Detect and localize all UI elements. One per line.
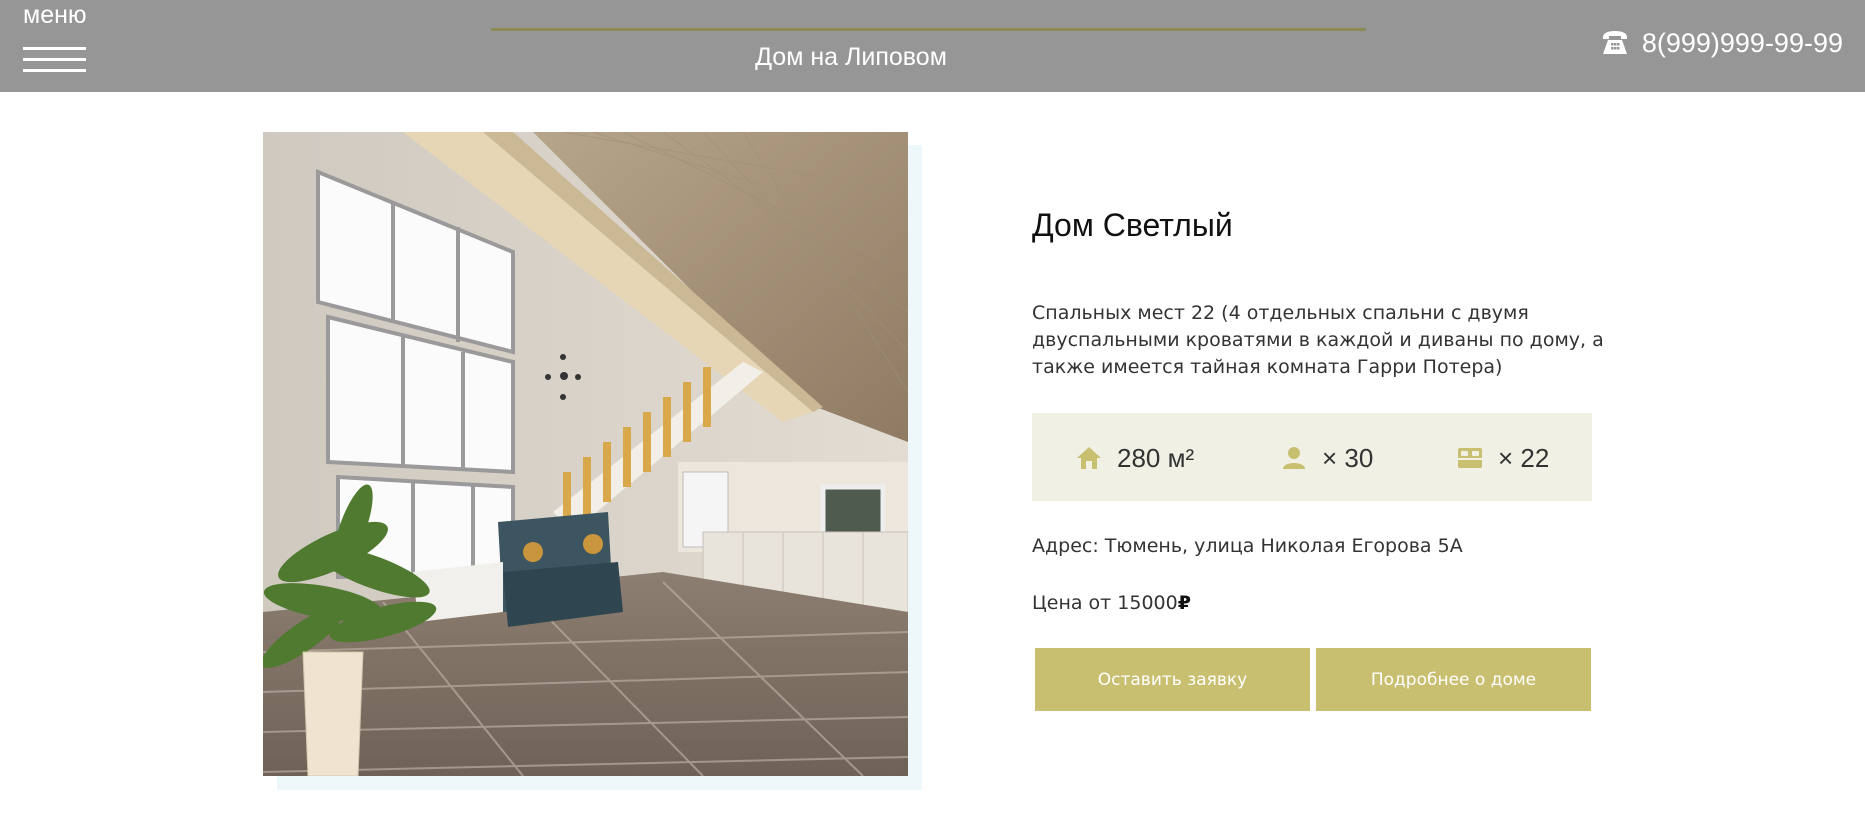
house-address: Адрес: Тюмень, улица Николая Егорова 5А: [1032, 535, 1463, 557]
site-title[interactable]: Дом на Липовом: [491, 42, 1211, 72]
stat-beds: × 22: [1456, 441, 1549, 475]
phone-icon: [1602, 31, 1627, 54]
site-header: меню Дом на Липовом 8(999)999-99-99: [0, 0, 1865, 92]
request-button[interactable]: Оставить заявку: [1035, 648, 1310, 711]
hamburger-icon[interactable]: [23, 45, 86, 75]
phone-number: 8(999)999-99-99: [1641, 28, 1843, 58]
house-price: Цена от 15000₽: [1032, 590, 1191, 617]
stat-guests: × 30: [1280, 441, 1373, 475]
currency-symbol: ₽: [1177, 592, 1191, 614]
menu-button[interactable]: меню: [23, 0, 87, 80]
stat-area-value: 280 м²: [1117, 443, 1195, 473]
house-stats-panel: 280 м² × 30 × 22: [1032, 413, 1592, 501]
stat-guests-value: × 30: [1322, 443, 1374, 473]
stat-area: 280 м²: [1075, 441, 1194, 475]
title-divider-line: [491, 28, 1366, 31]
menu-label: меню: [23, 1, 87, 29]
price-text: Цена от 15000: [1032, 592, 1178, 614]
more-info-button[interactable]: Подробнее о доме: [1316, 648, 1591, 711]
house-title: Дом Светлый: [1032, 207, 1233, 243]
bed-icon: [1458, 448, 1482, 468]
house-icon: [1077, 447, 1101, 469]
house-photo[interactable]: [263, 132, 908, 776]
phone-link[interactable]: 8(999)999-99-99: [1600, 26, 1843, 60]
stat-beds-value: × 22: [1498, 443, 1550, 473]
person-icon: [1283, 447, 1305, 469]
house-description: Спальных мест 22 (4 отдельных спальни с …: [1032, 302, 1604, 378]
